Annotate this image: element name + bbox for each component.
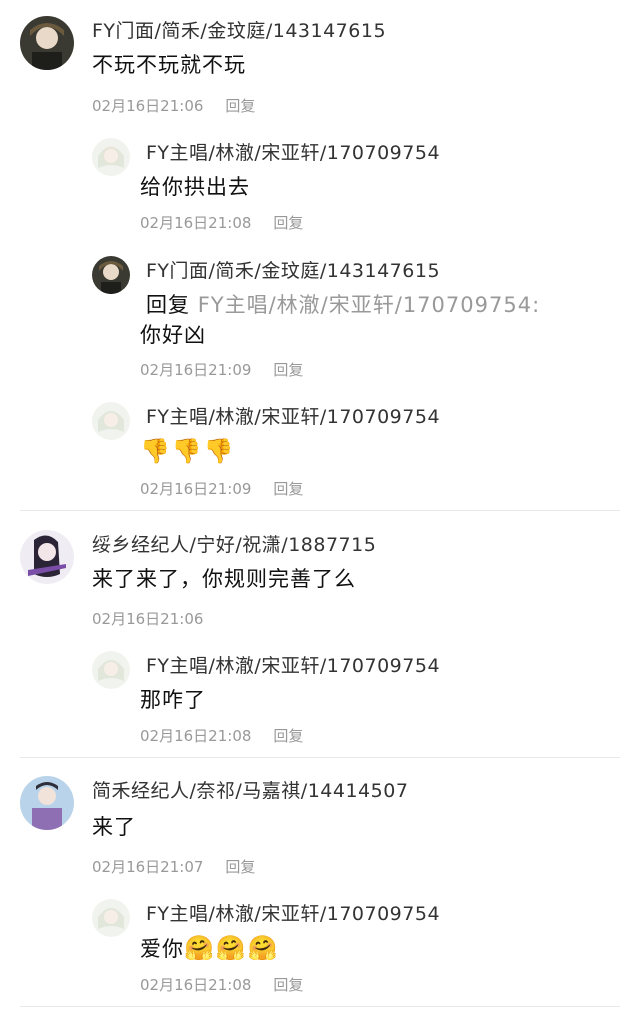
- avatar[interactable]: [92, 402, 130, 440]
- reply-time: 02月16日21:09: [140, 361, 252, 379]
- divider: [20, 1006, 620, 1007]
- reply-username[interactable]: FY主唱/林澈/宋亚轩/170709754: [146, 651, 440, 678]
- comment-time: 02月16日21:07: [92, 858, 204, 876]
- reply-button[interactable]: 回复: [273, 214, 303, 232]
- reply-text: 你好凶: [140, 323, 206, 347]
- comment-text: 来了: [92, 815, 136, 839]
- reply-prefix: 回复: [146, 293, 190, 317]
- comment-time: 02月16日21:06: [92, 610, 204, 628]
- divider: [20, 510, 620, 511]
- reply-text: 那咋了: [140, 688, 206, 712]
- reply-meta: 02月16日21:09 回复: [140, 359, 303, 380]
- reply-time: 02月16日21:08: [140, 727, 252, 745]
- comment-username[interactable]: 简禾经纪人/奈祁/马嘉祺/14414507: [92, 776, 408, 803]
- reply-meta: 02月16日21:08 回复: [140, 725, 303, 746]
- reply-time: 02月16日21:08: [140, 214, 252, 232]
- reply-username[interactable]: FY主唱/林澈/宋亚轩/170709754: [146, 138, 440, 165]
- comment-text: 来了来了，你规则完善了么: [92, 567, 356, 591]
- reply-username[interactable]: FY主唱/林澈/宋亚轩/170709754: [146, 402, 440, 429]
- reply-time: 02月16日21:08: [140, 976, 252, 994]
- reply-button[interactable]: 回复: [273, 361, 303, 379]
- reply-text-line: 回复 FY主唱/林澈/宋亚轩/170709754:: [146, 290, 540, 320]
- avatar[interactable]: [20, 776, 74, 830]
- reply-text: 给你拱出去: [140, 175, 250, 199]
- reply-text: 爱你: [140, 937, 184, 961]
- comment-list: FY门面/简禾/金玟庭/143147615 不玩不玩就不玩 02月16日21:0…: [0, 0, 640, 1012]
- reply-username[interactable]: FY门面/简禾/金玟庭/143147615: [146, 256, 440, 283]
- hug-emoji: 🤗🤗🤗: [184, 934, 280, 962]
- comment-text: 不玩不玩就不玩: [92, 53, 246, 77]
- avatar[interactable]: [92, 899, 130, 937]
- comment-time: 02月16日21:06: [92, 97, 204, 115]
- comment-username[interactable]: 绥乡经纪人/宁好/祝潇/1887715: [92, 530, 376, 557]
- reply-text-line: 爱你🤗🤗🤗: [140, 933, 280, 964]
- comment-meta: 02月16日21:06 回复: [92, 95, 255, 116]
- reply-button[interactable]: 回复: [273, 480, 303, 498]
- reply-meta: 02月16日21:08 回复: [140, 212, 303, 233]
- comment-username[interactable]: FY门面/简禾/金玟庭/143147615: [92, 16, 386, 43]
- reply-meta: 02月16日21:09 回复: [140, 478, 303, 499]
- comment-meta: 02月16日21:06: [92, 608, 203, 629]
- reply-button[interactable]: 回复: [225, 97, 255, 115]
- comment-meta: 02月16日21:07 回复: [92, 856, 255, 877]
- divider: [20, 757, 620, 758]
- avatar[interactable]: [92, 138, 130, 176]
- reply-button[interactable]: 回复: [273, 727, 303, 745]
- avatar[interactable]: [92, 651, 130, 689]
- reply-button[interactable]: 回复: [273, 976, 303, 994]
- avatar[interactable]: [20, 530, 74, 584]
- avatar[interactable]: [20, 16, 74, 70]
- reply-time: 02月16日21:09: [140, 480, 252, 498]
- avatar[interactable]: [92, 256, 130, 294]
- thumbs-down-emoji: 👎👎👎: [140, 437, 236, 465]
- mention-link[interactable]: FY主唱/林澈/宋亚轩/170709754:: [198, 293, 540, 317]
- reply-meta: 02月16日21:08 回复: [140, 974, 303, 995]
- reply-button[interactable]: 回复: [225, 858, 255, 876]
- reply-username[interactable]: FY主唱/林澈/宋亚轩/170709754: [146, 899, 440, 926]
